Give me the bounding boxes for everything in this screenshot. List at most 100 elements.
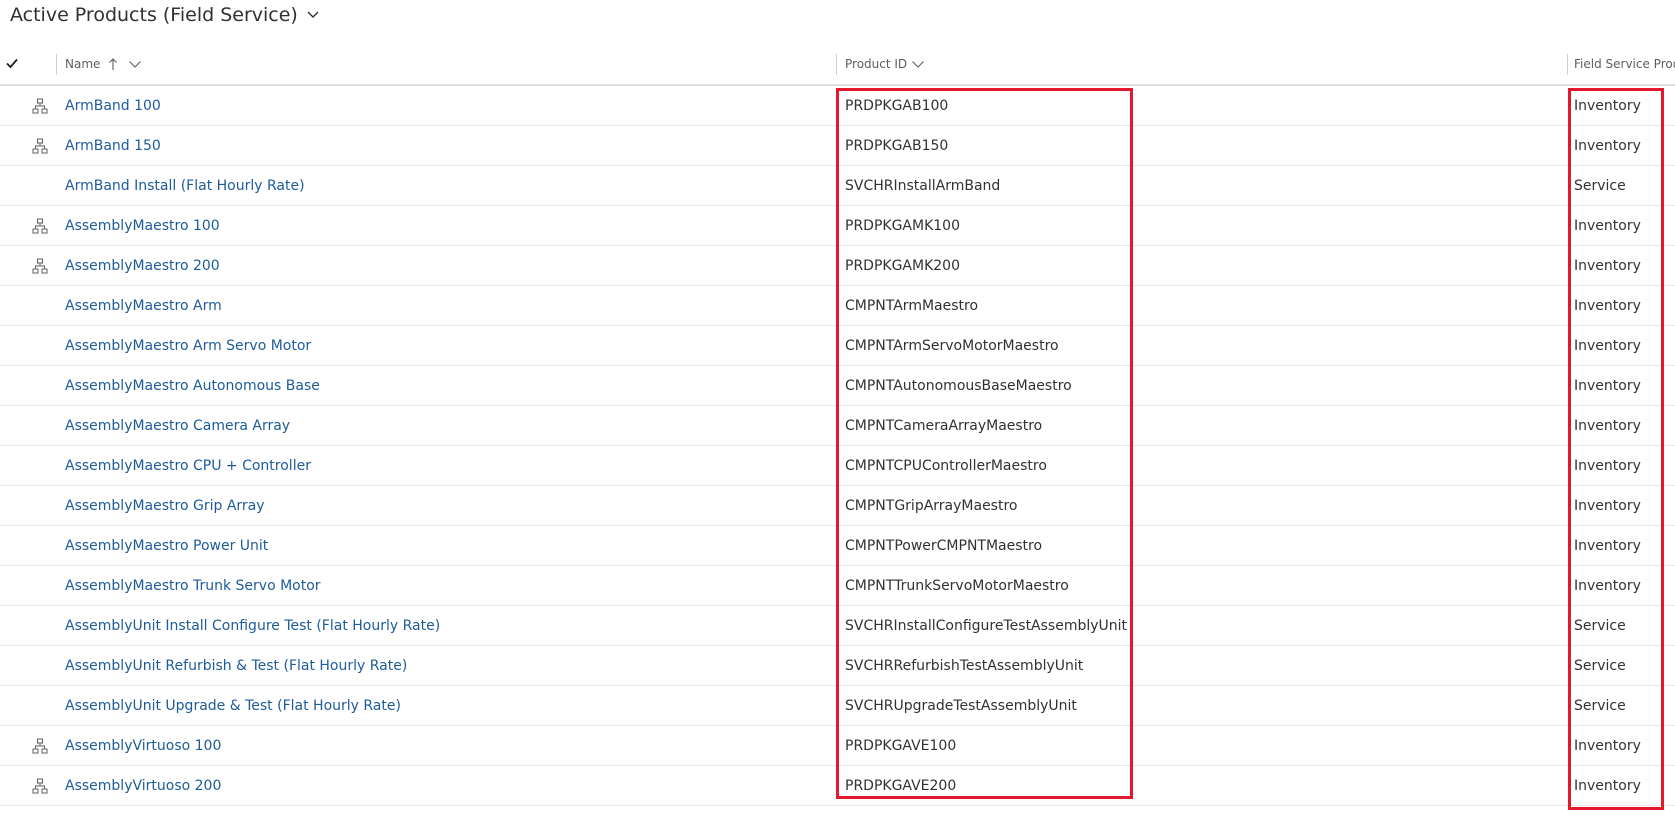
table-row[interactable]: AssemblyMaestro Grip Array CMPNTGripArray… bbox=[0, 486, 1675, 526]
name-cell: AssemblyUnit Upgrade & Test (Flat Hourly… bbox=[65, 686, 825, 725]
product-id-cell: CMPNTPowerCMPNTMaestro bbox=[845, 537, 1043, 554]
product-type-cell: Inventory bbox=[1574, 377, 1641, 394]
product-type-cell: Inventory bbox=[1574, 537, 1641, 554]
column-header-product-id[interactable]: Product ID bbox=[845, 44, 1565, 84]
product-name-link[interactable]: ArmBand 100 bbox=[65, 98, 161, 114]
product-id-cell: PRDPKGAVE200 bbox=[845, 777, 957, 794]
product-kit-icon bbox=[32, 138, 48, 154]
view-selector[interactable]: Active Products (Field Service) bbox=[10, 4, 320, 26]
table-row[interactable]: AssemblyMaestro 100 PRDPKGAMK100 Inventory bbox=[0, 206, 1675, 246]
product-id-cell: SVCHRInstallConfigureTestAssemblyUnit bbox=[845, 617, 1128, 634]
column-divider bbox=[56, 54, 57, 75]
column-header-name[interactable]: Name bbox=[65, 44, 825, 84]
name-cell: AssemblyVirtuoso 100 bbox=[65, 726, 825, 765]
product-name-link[interactable]: AssemblyMaestro 100 bbox=[65, 218, 220, 234]
column-divider bbox=[836, 54, 837, 75]
column-header-product-type[interactable]: Field Service Produ bbox=[1574, 44, 1675, 84]
name-cell: AssemblyMaestro 200 bbox=[65, 246, 825, 285]
product-type-cell: Service bbox=[1574, 177, 1626, 194]
product-id-cell: CMPNTCameraArrayMaestro bbox=[845, 417, 1043, 434]
table-row[interactable]: AssemblyMaestro Power Unit CMPNTPowerCMPN… bbox=[0, 526, 1675, 566]
table-row[interactable]: AssemblyUnit Upgrade & Test (Flat Hourly… bbox=[0, 686, 1675, 726]
product-kit-icon bbox=[32, 738, 48, 754]
product-type-cell: Service bbox=[1574, 617, 1626, 634]
product-id-cell: PRDPKGAVE100 bbox=[845, 737, 957, 754]
product-id-cell: PRDPKGAB100 bbox=[845, 97, 949, 114]
product-id-cell: SVCHRRefurbishTestAssemblyUnit bbox=[845, 657, 1084, 674]
name-cell: AssemblyMaestro 100 bbox=[65, 206, 825, 245]
table-row[interactable]: ArmBand 100 PRDPKGAB100 Inventory bbox=[0, 86, 1675, 126]
table-row[interactable]: AssemblyVirtuoso 200 PRDPKGAVE200 Inventor… bbox=[0, 766, 1675, 806]
table-row[interactable]: AssemblyMaestro Arm CMPNTArmMaestro Invent… bbox=[0, 286, 1675, 326]
product-type-cell: Inventory bbox=[1574, 777, 1641, 794]
product-type-cell: Inventory bbox=[1574, 97, 1641, 114]
product-name-link[interactable]: AssemblyMaestro Autonomous Base bbox=[65, 378, 320, 394]
grid-rows: ArmBand 100 PRDPKGAB100 Inventory ArmBand 1… bbox=[0, 86, 1675, 806]
product-type-cell: Inventory bbox=[1574, 217, 1641, 234]
name-cell: AssemblyMaestro Grip Array bbox=[65, 486, 825, 525]
product-id-cell: CMPNTGripArrayMaestro bbox=[845, 497, 1018, 514]
product-name-link[interactable]: AssemblyMaestro Grip Array bbox=[65, 498, 265, 514]
product-name-link[interactable]: AssemblyMaestro Camera Array bbox=[65, 418, 290, 434]
name-cell: AssemblyMaestro CPU + Controller bbox=[65, 446, 825, 485]
name-cell: ArmBand 100 bbox=[65, 86, 825, 125]
product-name-link[interactable]: ArmBand Install (Flat Hourly Rate) bbox=[65, 178, 305, 194]
select-all-checkbox[interactable] bbox=[5, 44, 25, 84]
product-id-cell: PRDPKGAMK200 bbox=[845, 257, 960, 274]
name-cell: AssemblyVirtuoso 200 bbox=[65, 766, 825, 805]
chevron-down-icon bbox=[128, 59, 142, 69]
table-row[interactable]: AssemblyUnit Refurbish & Test (Flat Hour… bbox=[0, 646, 1675, 686]
table-row[interactable]: AssemblyMaestro Autonomous Base CMPNTAuto… bbox=[0, 366, 1675, 406]
product-type-cell: Inventory bbox=[1574, 297, 1641, 314]
table-row[interactable]: AssemblyMaestro CPU + Controller CMPNTCPU… bbox=[0, 446, 1675, 486]
product-id-cell: PRDPKGAB150 bbox=[845, 137, 949, 154]
name-cell: AssemblyUnit Refurbish & Test (Flat Hour… bbox=[65, 646, 825, 685]
name-cell: ArmBand 150 bbox=[65, 126, 825, 165]
product-kit-icon bbox=[32, 98, 48, 114]
products-grid: Name Product ID Field Service Produ ArmB… bbox=[0, 44, 1675, 806]
product-name-link[interactable]: AssemblyMaestro Power Unit bbox=[65, 538, 268, 554]
product-kit-icon bbox=[32, 778, 48, 794]
product-name-link[interactable]: AssemblyMaestro Arm bbox=[65, 298, 222, 314]
table-row[interactable]: AssemblyMaestro Arm Servo Motor CMPNTArmS… bbox=[0, 326, 1675, 366]
product-id-cell: CMPNTArmServoMotorMaestro bbox=[845, 337, 1059, 354]
product-type-cell: Inventory bbox=[1574, 497, 1641, 514]
table-row[interactable]: ArmBand Install (Flat Hourly Rate) SVCHRI… bbox=[0, 166, 1675, 206]
product-id-cell: CMPNTAutonomousBaseMaestro bbox=[845, 377, 1072, 394]
chevron-down-icon bbox=[306, 4, 320, 26]
product-name-link[interactable]: AssemblyUnit Install Configure Test (Fla… bbox=[65, 618, 440, 634]
product-name-link[interactable]: AssemblyMaestro Trunk Servo Motor bbox=[65, 578, 321, 594]
product-name-link[interactable]: AssemblyUnit Upgrade & Test (Flat Hourly… bbox=[65, 698, 401, 714]
product-id-cell: SVCHRUpgradeTestAssemblyUnit bbox=[845, 697, 1077, 714]
product-name-link[interactable]: AssemblyMaestro CPU + Controller bbox=[65, 458, 311, 474]
name-cell: AssemblyMaestro Autonomous Base bbox=[65, 366, 825, 405]
table-row[interactable]: AssemblyMaestro Camera Array CMPNTCameraA… bbox=[0, 406, 1675, 446]
product-type-cell: Inventory bbox=[1574, 737, 1641, 754]
table-row[interactable]: ArmBand 150 PRDPKGAB150 Inventory bbox=[0, 126, 1675, 166]
product-name-link[interactable]: AssemblyVirtuoso 100 bbox=[65, 738, 221, 754]
product-name-link[interactable]: ArmBand 150 bbox=[65, 138, 161, 154]
product-name-link[interactable]: AssemblyMaestro Arm Servo Motor bbox=[65, 338, 311, 354]
product-id-cell: PRDPKGAMK100 bbox=[845, 217, 960, 234]
name-cell: AssemblyMaestro Camera Array bbox=[65, 406, 825, 445]
product-name-link[interactable]: AssemblyMaestro 200 bbox=[65, 258, 220, 274]
name-cell: ArmBand Install (Flat Hourly Rate) bbox=[65, 166, 825, 205]
table-row[interactable]: AssemblyMaestro Trunk Servo Motor CMPNTTr… bbox=[0, 566, 1675, 606]
product-type-cell: Inventory bbox=[1574, 137, 1641, 154]
product-name-link[interactable]: AssemblyVirtuoso 200 bbox=[65, 778, 221, 794]
product-kit-icon bbox=[32, 218, 48, 234]
product-id-cell: SVCHRInstallArmBand bbox=[845, 177, 1001, 194]
table-row[interactable]: AssemblyVirtuoso 100 PRDPKGAVE100 Inventor… bbox=[0, 726, 1675, 766]
column-header-product-id-label: Product ID bbox=[845, 57, 908, 71]
table-row[interactable]: AssemblyMaestro 200 PRDPKGAMK200 Inventory bbox=[0, 246, 1675, 286]
product-type-cell: Inventory bbox=[1574, 337, 1641, 354]
chevron-down-icon bbox=[911, 59, 925, 69]
product-type-cell: Inventory bbox=[1574, 257, 1641, 274]
checkmark-icon bbox=[5, 56, 19, 73]
column-divider bbox=[1567, 54, 1568, 75]
table-row[interactable]: AssemblyUnit Install Configure Test (Fla… bbox=[0, 606, 1675, 646]
product-type-cell: Service bbox=[1574, 697, 1626, 714]
product-id-cell: CMPNTTrunkServoMotorMaestro bbox=[845, 577, 1069, 594]
product-name-link[interactable]: AssemblyUnit Refurbish & Test (Flat Hour… bbox=[65, 658, 407, 674]
name-cell: AssemblyMaestro Power Unit bbox=[65, 526, 825, 565]
